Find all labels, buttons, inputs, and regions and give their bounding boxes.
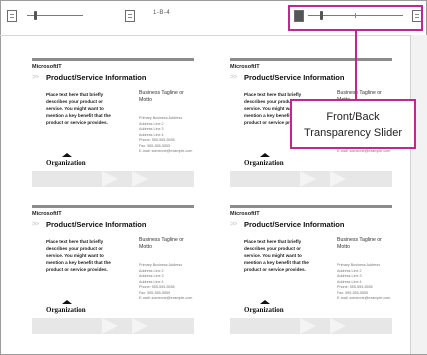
card-brand: MicrosoftIT [32,64,62,70]
page-view-icon[interactable] [125,10,135,22]
card-brand: MicrosoftIT [230,64,260,70]
card-body-text: Place text here that briefly describes y… [244,239,309,272]
organization-logo-icon [260,300,270,304]
card-heading: Product/Service Information [46,73,147,82]
organization-logo-text: Organization [244,159,284,167]
business-card[interactable]: MicrosoftIT >> Product/Service Informati… [230,205,392,334]
address-line: E-mail: someone@example.com [337,149,391,153]
callout-connector [355,31,357,99]
organization-logo-text: Organization [244,306,284,314]
card-top-bar [32,205,194,208]
single-page-icon[interactable] [7,10,17,22]
organization-logo-icon [260,153,270,157]
toolbar-divider [0,35,410,36]
page-indicator: 1-B-4 [153,10,171,16]
card-heading: Product/Service Information [244,73,345,82]
business-card[interactable]: MicrosoftIT >> Product/Service Informati… [32,205,194,334]
transparency-slider-highlight [288,5,423,31]
card-brand: MicrosoftIT [32,211,62,217]
card-address: Primary Business Address Address Line 2 … [337,263,392,302]
address-line: E-mail: someone@example.com [337,296,391,300]
card-tagline: Business Tagline or Motto [139,90,184,103]
callout-line-2: Transparency Slider [303,127,403,139]
card-tagline: Business Tagline or Motto [139,237,184,250]
card-top-bar [32,58,194,61]
callout-line-1: Front/Back [326,111,380,123]
chevron-decoration-icon: >> [230,221,237,228]
card-footer-band [32,318,194,334]
organization-logo-icon [62,153,72,157]
chevron-decoration-icon: >> [230,74,237,81]
vertical-scrollbar[interactable] [410,35,427,354]
chevron-decoration-icon: >> [32,74,39,81]
card-brand: MicrosoftIT [230,211,260,217]
organization-logo-text: Organization [46,306,86,314]
address-line: E-mail: someone@example.com [139,149,193,153]
organization-logo-text: Organization [46,159,86,167]
card-heading: Product/Service Information [244,220,345,229]
card-address: Primary Business Address Address Line 2 … [139,116,194,155]
card-footer-band [230,318,392,334]
address-line: E-mail: someone@example.com [139,296,193,300]
card-body-text: Place text here that briefly describes y… [46,239,111,272]
card-top-bar [230,205,392,208]
card-body-text: Place text here that briefly describes y… [46,92,111,125]
card-footer-band [32,171,194,187]
card-footer-band [230,171,392,187]
card-top-bar [230,58,392,61]
business-card[interactable]: MicrosoftIT >> Product/Service Informati… [32,58,194,187]
chevron-decoration-icon: >> [32,221,39,228]
organization-logo-icon [62,300,72,304]
card-address: Primary Business Address Address Line 2 … [139,263,194,302]
callout-text: Front/Back Transparency Slider [292,109,414,141]
zoom-slider-thumb[interactable] [34,11,37,20]
card-heading: Product/Service Information [46,220,147,229]
callout-box: Front/Back Transparency Slider [290,99,416,149]
card-tagline: Business Tagline or Motto [337,237,382,250]
